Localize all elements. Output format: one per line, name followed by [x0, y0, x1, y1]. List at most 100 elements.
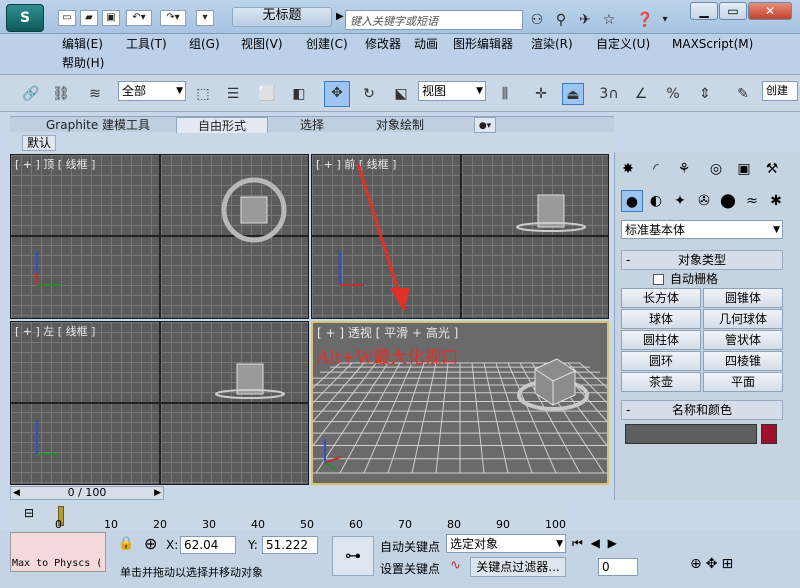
binoculars-icon[interactable]: ⚇ [528, 11, 546, 29]
tab-object-paint[interactable]: 对象绘制 [376, 117, 424, 133]
name-color-rollout-header[interactable]: - 名称和颜色 [621, 400, 783, 420]
edit-named-selection-icon[interactable]: ✎ [732, 83, 754, 105]
mini-curve-editor-icon[interactable]: ⊟ [14, 506, 44, 526]
cameras-icon[interactable]: ✇ [693, 190, 715, 212]
object-color-swatch[interactable] [761, 424, 777, 444]
exchange-icon[interactable]: ✈ [576, 11, 594, 29]
menu-help[interactable]: 帮助(H) [62, 54, 104, 72]
help-dropdown-icon[interactable]: ▾ [656, 11, 674, 29]
menu-group[interactable]: 组(G) [189, 35, 220, 53]
viewport-top[interactable]: [ + ] 顶 [ 线框 ] [10, 154, 309, 319]
menu-rendering[interactable]: 渲染(R) [531, 35, 573, 53]
key-filters-button[interactable]: 关键点过滤器... [470, 557, 566, 577]
key-selection-select[interactable]: 选定对象 ▼ [446, 534, 566, 553]
select-manipulate-icon[interactable]: ✛ [530, 83, 552, 105]
x-coord-input[interactable]: 62.04 [180, 536, 236, 554]
minimize-button[interactable]: ▁ [690, 2, 718, 20]
set-key-mode-icon[interactable]: ⊶ [332, 536, 374, 576]
tab-freeform[interactable]: 自由形式 [176, 117, 268, 133]
teapot-button[interactable]: 茶壶 [621, 372, 701, 392]
absolute-mode-icon[interactable]: ⊕ [144, 534, 157, 553]
pyramid-button[interactable]: 四棱锥 [703, 351, 783, 371]
shapes-icon[interactable]: ◐ [645, 190, 667, 212]
help-icon[interactable]: ❓ [636, 11, 654, 29]
key-icon[interactable]: ⚲ [552, 11, 570, 29]
display-tab-icon[interactable]: ▣ [733, 158, 755, 180]
search-input[interactable]: 键入关键字或短语 [345, 10, 523, 30]
auto-grid-row[interactable]: 自动栅格 [653, 270, 718, 287]
menu-create[interactable]: 创建(C) [306, 35, 348, 53]
geometry-icon[interactable]: ● [621, 190, 643, 212]
auto-grid-checkbox[interactable] [653, 274, 664, 285]
time-slider[interactable]: ◀ 0 / 100 ▶ [10, 486, 164, 500]
viewport-perspective[interactable]: [ + ] 透视 [ 平滑 + 高光 ] Alt+W最大化视口 [311, 321, 609, 485]
select-scale-icon[interactable]: ⬕ [390, 83, 412, 105]
select-object-icon[interactable]: ⬚ [192, 83, 214, 105]
primitive-type-select[interactable]: 标准基本体 ▼ [621, 220, 783, 239]
maximize-button[interactable]: ▭ [719, 2, 747, 20]
new-file-icon[interactable]: ▭ [58, 10, 76, 26]
menu-graph-editors[interactable]: 图形编辑器 [453, 35, 513, 53]
rect-selection-icon[interactable]: ⬜ [256, 83, 278, 105]
create-tab-icon[interactable]: ✸ [617, 158, 639, 180]
object-name-input[interactable] [625, 424, 757, 444]
pivot-center-icon[interactable]: ⫼ [494, 83, 516, 105]
torus-button[interactable]: 圆环 [621, 351, 701, 371]
select-move-icon[interactable]: ✥ [324, 81, 350, 107]
viewport-label[interactable]: [ + ] 透视 [ 平滑 + 高光 ] [317, 324, 458, 341]
cylinder-button[interactable]: 圆柱体 [621, 330, 701, 350]
spinner-snap-icon[interactable]: ⇕ [694, 83, 716, 105]
track-bar[interactable]: ⊟ 0 10 20 30 40 50 60 70 80 90 100 [10, 504, 570, 531]
keyboard-shortcut-toggle-icon[interactable]: ⏏ [562, 83, 584, 105]
link-icon[interactable]: 🔗 [20, 83, 42, 105]
set-key-button[interactable]: 设置关键点 [380, 560, 440, 577]
lock-selection-icon[interactable]: 🔒 [118, 536, 134, 551]
undo-icon[interactable]: ↶▾ [126, 10, 152, 26]
app-logo-icon[interactable]: S [6, 4, 44, 32]
redo-icon[interactable]: ↷▾ [160, 10, 186, 26]
box-button[interactable]: 长方体 [621, 288, 701, 308]
menu-maxscript[interactable]: MAXScript(M) [672, 35, 753, 53]
playback-controls[interactable]: ⏮ ◀ ▶ [572, 536, 619, 551]
close-button[interactable]: ✕ [748, 2, 792, 20]
select-rotate-icon[interactable]: ↻ [358, 83, 380, 105]
selection-filter-select[interactable]: 全部 ▼ [118, 81, 186, 101]
favorites-star-icon[interactable]: ☆ [600, 11, 618, 29]
hierarchy-tab-icon[interactable]: ⚘ [673, 158, 695, 180]
window-crossing-icon[interactable]: ◧ [288, 83, 310, 105]
menu-tools[interactable]: 工具(T) [126, 35, 167, 53]
menu-view[interactable]: 视图(V) [241, 35, 283, 53]
quick-access-dropdown-icon[interactable]: ▾ [196, 10, 214, 26]
menu-edit[interactable]: 编辑(E) [62, 35, 103, 53]
reference-coord-select[interactable]: 视图 ▼ [418, 81, 486, 101]
tab-graphite[interactable]: Graphite 建模工具 [46, 117, 150, 133]
open-file-icon[interactable]: ▰ [80, 10, 98, 26]
snaps-toggle-icon[interactable]: 3∩ [598, 83, 620, 105]
geosphere-button[interactable]: 几何球体 [703, 309, 783, 329]
sphere-button[interactable]: 球体 [621, 309, 701, 329]
percent-snap-icon[interactable]: % [662, 83, 684, 105]
motion-tab-icon[interactable]: ◎ [705, 158, 727, 180]
menu-animation[interactable]: 动画 [414, 35, 438, 53]
viewport-navigation-icons[interactable]: ⊕✥⊞ [690, 556, 737, 572]
unlink-icon[interactable]: ⛓ [50, 83, 72, 105]
ribbon-options-icon[interactable]: ●▾ [474, 117, 496, 133]
bind-space-warp-icon[interactable]: ≋ [84, 83, 106, 105]
current-frame-input[interactable]: 0 [598, 558, 638, 576]
systems-icon[interactable]: ✱ [765, 190, 787, 212]
menu-customize[interactable]: 自定义(U) [596, 35, 650, 53]
viewport-left[interactable]: [ + ] 左 [ 线框 ] [10, 321, 309, 485]
menu-modifiers[interactable]: 修改器 [365, 35, 401, 53]
tab-selection[interactable]: 选择 [300, 117, 324, 133]
auto-key-button[interactable]: 自动关键点 [380, 538, 440, 555]
helpers-icon[interactable]: ⬤ [717, 190, 739, 212]
tube-button[interactable]: 管状体 [703, 330, 783, 350]
cone-button[interactable]: 圆锥体 [703, 288, 783, 308]
utilities-tab-icon[interactable]: ⚒ [761, 158, 783, 180]
search-arrow-icon[interactable]: ▶ [336, 11, 344, 22]
angle-snap-icon[interactable]: ∠ [630, 83, 652, 105]
chevron-left-icon[interactable]: ◀ [13, 487, 20, 499]
save-icon[interactable]: ▣ [102, 10, 120, 26]
ribbon-default-label[interactable]: 默认 [22, 135, 57, 151]
lights-icon[interactable]: ✦ [669, 190, 691, 212]
